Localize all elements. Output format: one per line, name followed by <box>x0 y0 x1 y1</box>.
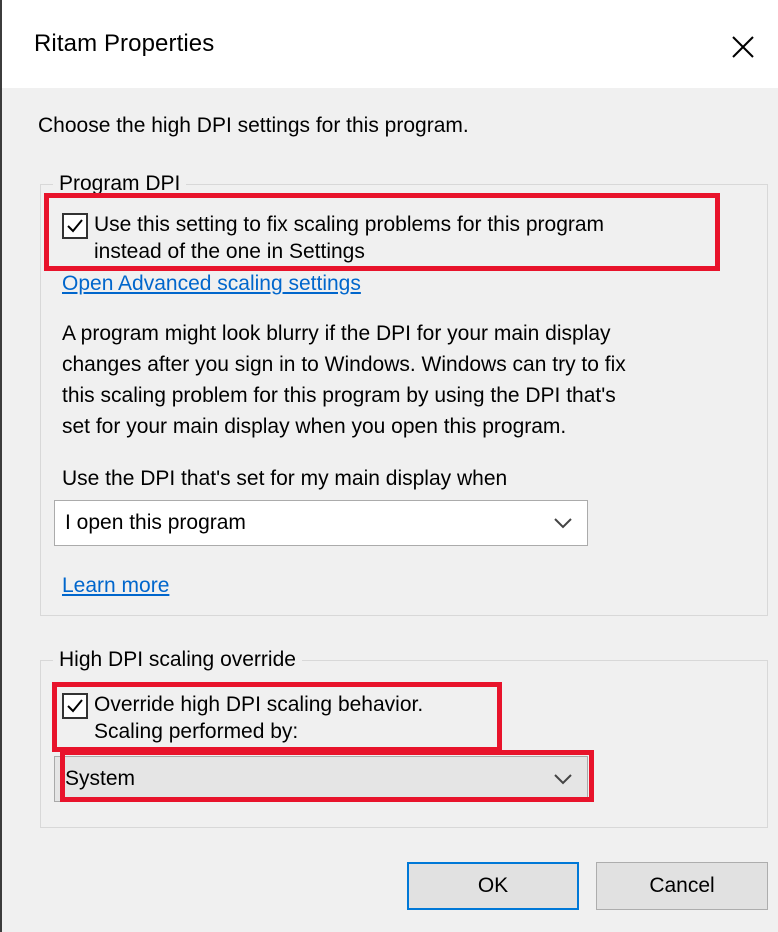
title-bar: Ritam Properties <box>2 0 778 88</box>
dpi-dropdown-label: Use the DPI that's set for my main displ… <box>62 467 508 490</box>
override-checkbox[interactable] <box>62 693 88 719</box>
chevron-down-icon <box>554 518 572 529</box>
intro-text: Choose the high DPI settings for this pr… <box>38 114 469 137</box>
ok-button[interactable]: OK <box>407 862 579 910</box>
checkmark-icon <box>67 219 83 233</box>
fix-scaling-label-line2: instead of the one in Settings <box>94 240 365 263</box>
dpi-when-value: I open this program <box>65 511 246 534</box>
chevron-down-icon <box>554 774 572 785</box>
dpi-when-dropdown[interactable]: I open this program <box>54 500 588 546</box>
fix-scaling-label: Use this setting to fix scaling problems… <box>94 211 604 265</box>
fix-scaling-checkbox[interactable] <box>62 213 88 239</box>
description-line: this scaling problem for this program by… <box>62 384 616 407</box>
scaling-performed-by-value: System <box>65 767 136 790</box>
description-line: changes after you sign in to Windows. Wi… <box>62 353 626 376</box>
description-line: A program might look blurry if the DPI f… <box>62 322 611 345</box>
override-label-line1: Override high DPI scaling behavior. <box>94 693 424 716</box>
properties-dialog: Ritam Properties Choose the high DPI set… <box>0 0 778 932</box>
override-legend: High DPI scaling override <box>53 647 302 673</box>
override-label: Override high DPI scaling behavior. Scal… <box>94 691 423 745</box>
close-icon <box>732 36 754 58</box>
scaling-performed-by-dropdown[interactable]: System <box>54 756 588 802</box>
dpi-description: A program might look blurry if the DPI f… <box>62 318 626 442</box>
override-checkbox-row[interactable]: Override high DPI scaling behavior. Scal… <box>62 691 423 745</box>
window-title: Ritam Properties <box>34 30 215 57</box>
advanced-scaling-link[interactable]: Open Advanced scaling settings <box>62 272 361 296</box>
checkmark-icon <box>67 699 83 713</box>
fix-scaling-label-line1: Use this setting to fix scaling problems… <box>94 213 605 236</box>
learn-more-link[interactable]: Learn more <box>62 574 169 598</box>
program-dpi-legend: Program DPI <box>53 171 187 197</box>
override-label-line2: Scaling performed by: <box>94 720 299 743</box>
description-line: set for your main display when you open … <box>62 415 567 438</box>
cancel-button[interactable]: Cancel <box>596 862 768 910</box>
fix-scaling-checkbox-row[interactable]: Use this setting to fix scaling problems… <box>62 211 604 265</box>
close-button[interactable] <box>708 14 778 80</box>
